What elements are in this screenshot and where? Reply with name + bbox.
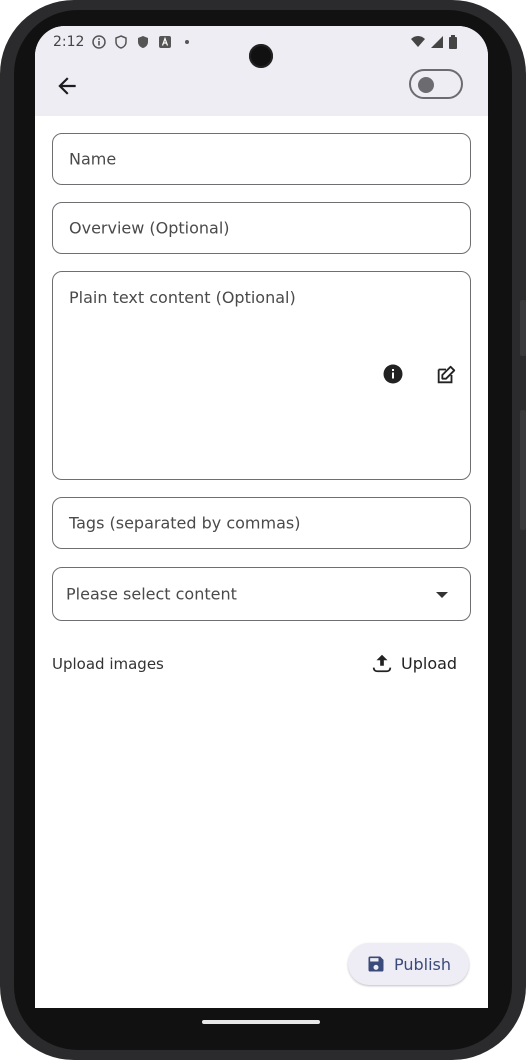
back-button[interactable] xyxy=(54,73,80,99)
status-right-icons xyxy=(410,34,458,53)
info-icon xyxy=(92,35,107,49)
app-screen: 2:12 Name Overview (Optional) Plain text… xyxy=(35,26,488,1008)
dropdown-arrow-icon xyxy=(436,592,448,598)
shield-filled-icon xyxy=(136,35,150,49)
overview-placeholder: Overview (Optional) xyxy=(69,218,230,238)
upload-button[interactable]: Upload xyxy=(371,652,457,674)
dot-icon xyxy=(180,35,194,49)
tags-field[interactable]: Tags (separated by commas) xyxy=(52,497,471,549)
power-button xyxy=(520,300,526,356)
battery-icon xyxy=(448,34,458,53)
tags-placeholder: Tags (separated by commas) xyxy=(69,513,301,533)
volume-button xyxy=(520,410,526,530)
camera-cutout xyxy=(249,44,273,68)
edit-icon[interactable] xyxy=(435,364,457,386)
name-field[interactable]: Name xyxy=(52,133,471,185)
publish-label: Publish xyxy=(393,954,452,974)
top-app-bar: 2:12 xyxy=(35,26,488,116)
a-icon xyxy=(158,35,172,49)
publish-button[interactable]: Publish xyxy=(348,943,469,985)
signal-icon xyxy=(430,34,444,53)
content-select[interactable]: Please select content xyxy=(52,567,471,621)
toggle-knob xyxy=(418,77,434,93)
visibility-toggle[interactable] xyxy=(409,69,463,99)
arrow-back-icon xyxy=(58,77,76,95)
content-field[interactable]: Plain text content (Optional) xyxy=(52,271,471,480)
info-icon[interactable] xyxy=(383,364,403,384)
shield-icon xyxy=(114,35,128,49)
wifi-icon xyxy=(410,34,426,53)
status-bar: 2:12 xyxy=(53,32,194,52)
save-icon xyxy=(368,956,384,972)
upload-button-label: Upload xyxy=(401,653,458,673)
name-placeholder: Name xyxy=(69,149,117,169)
status-time: 2:12 xyxy=(53,34,85,50)
upload-icon xyxy=(372,654,392,673)
home-indicator[interactable] xyxy=(202,1020,320,1024)
content-placeholder: Plain text content (Optional) xyxy=(69,288,296,307)
overview-field[interactable]: Overview (Optional) xyxy=(52,202,471,254)
upload-images-label: Upload images xyxy=(52,655,164,673)
select-placeholder: Please select content xyxy=(66,584,237,604)
phone-frame: 2:12 Name Overview (Optional) Plain text… xyxy=(0,0,526,1060)
